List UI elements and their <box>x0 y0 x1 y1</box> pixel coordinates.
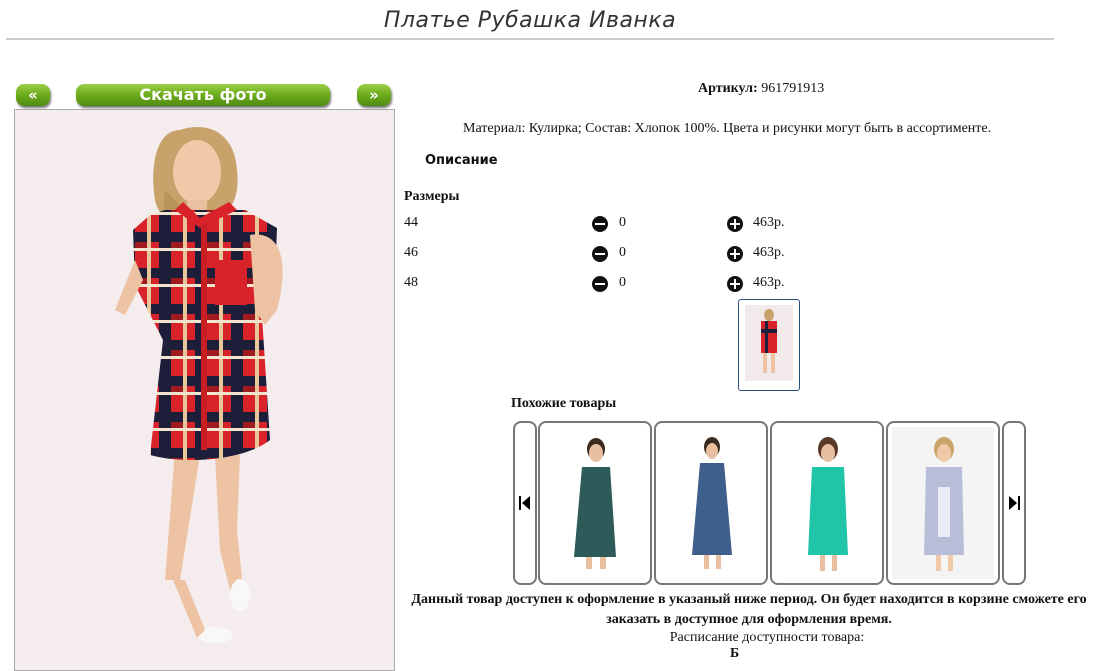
article-value: 961791913 <box>761 81 825 96</box>
similar-product-card[interactable] <box>886 421 1000 585</box>
thumbnail-image <box>745 305 793 381</box>
sizes-heading: Размеры <box>404 189 460 204</box>
similar-products-heading: Похожие товары <box>511 396 617 411</box>
similar-product-image <box>660 427 762 579</box>
article-number: Артикул: 961791913 <box>698 81 824 97</box>
size-label: 44 <box>404 215 418 230</box>
quantity-value: 0 <box>619 215 626 230</box>
title-divider <box>6 38 1054 40</box>
similar-product-card[interactable] <box>770 421 884 585</box>
similar-product-image <box>776 427 878 579</box>
download-photo-button[interactable]: Скачать фото <box>76 84 330 106</box>
quantity-value: 0 <box>619 275 626 290</box>
plaid-dress-model-image <box>15 110 394 670</box>
plus-circle-icon[interactable] <box>727 216 743 232</box>
minus-circle-icon[interactable] <box>592 276 608 292</box>
size-row: 46 0 463р. <box>404 245 804 265</box>
size-price: 463р. <box>753 215 785 230</box>
page-title: Платье Рубашка Иванка <box>383 8 677 33</box>
availability-schedule-label: Расписание доступности товара: <box>669 630 865 645</box>
material-description: Материал: Кулирка; Состав: Хлопок 100%. … <box>463 121 992 136</box>
carousel-prev-button[interactable] <box>513 421 537 585</box>
similar-product-image <box>544 427 646 579</box>
size-label: 48 <box>404 275 418 290</box>
skip-back-icon <box>519 496 530 510</box>
main-product-photo <box>14 109 395 671</box>
size-price: 463р. <box>753 275 785 290</box>
minus-circle-icon[interactable] <box>592 216 608 232</box>
carousel-next-button[interactable] <box>1002 421 1026 585</box>
size-row: 44 0 463р. <box>404 215 804 235</box>
size-label: 46 <box>404 245 418 260</box>
size-row: 48 0 463р. <box>404 275 804 295</box>
quantity-value: 0 <box>619 245 626 260</box>
photo-thumbnail[interactable] <box>738 299 800 391</box>
description-heading: Описание <box>425 153 498 168</box>
minus-circle-icon[interactable] <box>592 246 608 262</box>
similar-product-card[interactable] <box>654 421 768 585</box>
next-photo-button[interactable]: » <box>357 84 391 106</box>
availability-notice: Данный товар доступен к оформление в ука… <box>411 592 1087 627</box>
prev-photo-button[interactable]: « <box>16 84 50 106</box>
schedule-day-label: Б <box>730 646 740 661</box>
article-label: Артикул: <box>698 81 758 96</box>
plus-circle-icon[interactable] <box>727 276 743 292</box>
size-price: 463р. <box>753 245 785 260</box>
plus-circle-icon[interactable] <box>727 246 743 262</box>
similar-product-image <box>892 427 994 579</box>
skip-forward-icon <box>1009 496 1020 510</box>
similar-product-card[interactable] <box>538 421 652 585</box>
